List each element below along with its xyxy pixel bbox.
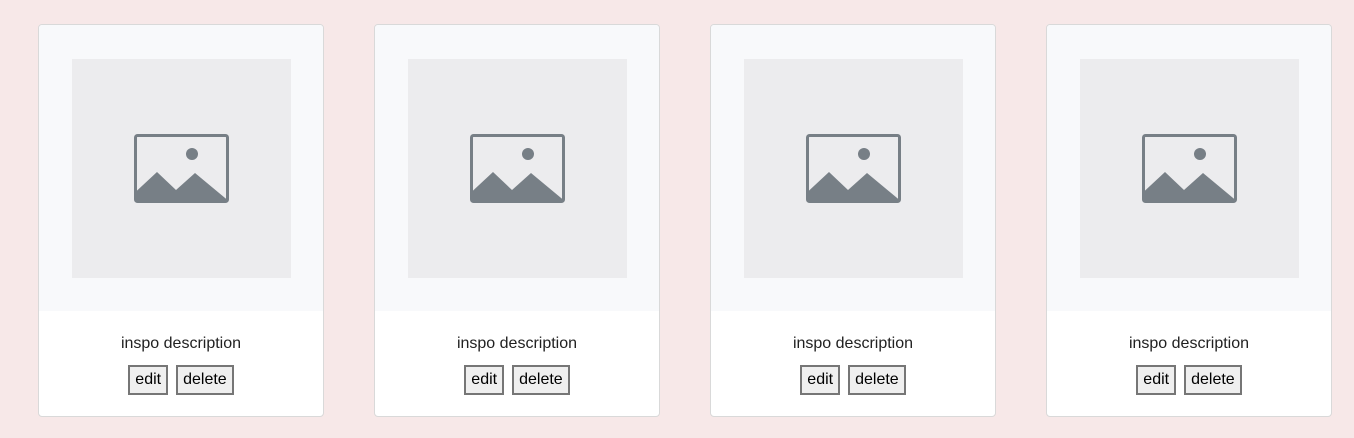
image-placeholder	[744, 59, 963, 278]
card-body: inspo description edit delete	[1047, 311, 1331, 416]
inspo-card-grid: inspo description edit delete inspo desc…	[0, 0, 1354, 438]
card-description: inspo description	[1128, 335, 1250, 352]
image-placeholder	[1080, 59, 1299, 278]
card-image-area	[375, 25, 659, 311]
card-description: inspo description	[792, 335, 914, 352]
inspo-card: inspo description edit delete	[710, 24, 996, 417]
card-actions: edit delete	[711, 365, 995, 395]
inspo-card: inspo description edit delete	[38, 24, 324, 417]
card-body: inspo description edit delete	[711, 311, 995, 416]
inspo-card: inspo description edit delete	[1046, 24, 1332, 417]
edit-button[interactable]: edit	[464, 365, 505, 395]
delete-button[interactable]: delete	[176, 365, 234, 395]
edit-button[interactable]: edit	[128, 365, 169, 395]
card-actions: edit delete	[39, 365, 323, 395]
card-actions: edit delete	[375, 365, 659, 395]
image-placeholder-icon	[1142, 134, 1237, 203]
card-actions: edit delete	[1047, 365, 1331, 395]
edit-button[interactable]: edit	[1136, 365, 1177, 395]
delete-button[interactable]: delete	[848, 365, 906, 395]
inspo-card: inspo description edit delete	[374, 24, 660, 417]
edit-button[interactable]: edit	[800, 365, 841, 395]
delete-button[interactable]: delete	[512, 365, 570, 395]
image-placeholder	[408, 59, 627, 278]
delete-button[interactable]: delete	[1184, 365, 1242, 395]
card-body: inspo description edit delete	[39, 311, 323, 416]
card-body: inspo description edit delete	[375, 311, 659, 416]
image-placeholder-icon	[806, 134, 901, 203]
card-description: inspo description	[120, 335, 242, 352]
image-placeholder	[72, 59, 291, 278]
image-placeholder-icon	[470, 134, 565, 203]
image-placeholder-icon	[134, 134, 229, 203]
card-image-area	[1047, 25, 1331, 311]
card-image-area	[39, 25, 323, 311]
card-description: inspo description	[456, 335, 578, 352]
card-image-area	[711, 25, 995, 311]
